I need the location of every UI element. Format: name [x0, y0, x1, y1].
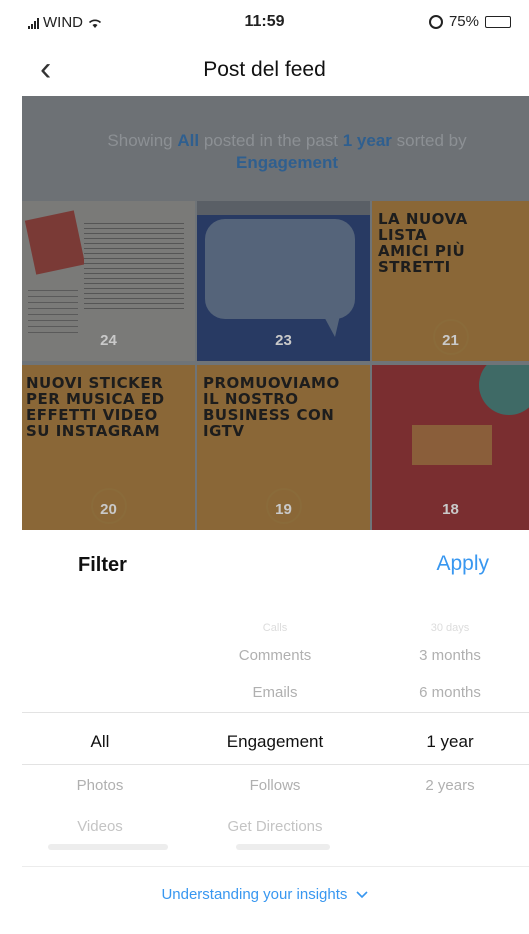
post-headline: PROMUOVIAMO IL NOSTRO BUSINESS CON IGTV: [203, 375, 340, 439]
status-bar: WIND 11:59 75%: [0, 0, 529, 42]
feed-header: Showing All posted in the past 1 year so…: [22, 96, 529, 201]
post-thumbnail-text: [84, 219, 184, 309]
headline-line: LISTA: [378, 226, 428, 244]
battery-percent: 75%: [448, 13, 479, 30]
post-tile[interactable]: PROMUOVIAMO IL NOSTRO BUSINESS CON IGTV …: [197, 365, 370, 530]
chevron-down-icon: [355, 891, 368, 899]
post-tile[interactable]: LA NUOVA LISTA AMICI PIÙ STRETTI 21: [372, 201, 529, 361]
picker-selection-line-bottom: [22, 764, 529, 765]
picker-option[interactable]: Emails: [190, 684, 360, 701]
insights-footer: Understanding your insights: [0, 866, 529, 926]
caption-type: All: [177, 131, 200, 150]
post-thumbnail-text-block: [412, 425, 492, 465]
headline-line: EFFETTI VIDEO: [26, 406, 158, 424]
feed-preview: Showing All posted in the past 1 year so…: [22, 96, 529, 530]
picker-option[interactable]: Comments: [190, 647, 360, 664]
picker-option[interactable]: Get Directions: [190, 818, 360, 835]
post-thumbnail-text: [28, 285, 78, 335]
headline-line: SU INSTAGRAM: [26, 422, 161, 440]
picker-option[interactable]: Follows: [190, 777, 360, 794]
insights-link[interactable]: Understanding your insights: [0, 886, 529, 903]
headline-line: PER MUSICA ED: [26, 390, 165, 408]
alarm-icon: [428, 14, 443, 29]
picker-option-selected[interactable]: 1 year: [395, 732, 505, 752]
insights-link-label: Understanding your insights: [161, 886, 348, 903]
engagement-count: 21: [442, 332, 459, 349]
headline-line: STRETTI: [378, 258, 451, 276]
engagement-count: 24: [100, 332, 117, 349]
headline-line: LA NUOVA: [378, 210, 468, 228]
post-thumbnail-header: [197, 201, 370, 215]
headline-line: AMICI PIÙ: [378, 242, 466, 260]
post-headline: LA NUOVA LISTA AMICI PIÙ STRETTI: [378, 211, 468, 275]
post-thumbnail-sticker: [24, 210, 86, 275]
status-right: 75%: [428, 13, 511, 30]
picker-option-selected[interactable]: All: [40, 732, 160, 752]
picker-option[interactable]: 2 years: [395, 777, 505, 794]
caption-suffix: sorted by: [391, 131, 467, 150]
engagement-count: 19: [275, 501, 292, 518]
post-tile[interactable]: 23: [197, 201, 370, 361]
filter-sheet: Filter Apply All Photos Calls Comments E…: [0, 530, 529, 934]
picker-option-selected[interactable]: Engagement: [190, 732, 360, 752]
picker-selection-line-top: [22, 712, 529, 713]
battery-icon: [485, 15, 511, 28]
picker-option[interactable]: Photos: [40, 777, 160, 794]
picker-option[interactable]: 3 months: [395, 647, 505, 664]
picker-faded-row: [48, 844, 168, 850]
engagement-count: 18: [442, 501, 459, 518]
picker-option[interactable]: Calls: [190, 622, 360, 634]
caption-metric: Engagement: [235, 153, 339, 172]
headline-line: PROMUOVIAMO: [203, 374, 340, 392]
post-headline: NUOVI STICKER PER MUSICA ED EFFETTI VIDE…: [26, 375, 165, 439]
picker-option[interactable]: 30 days: [395, 622, 505, 634]
caption-range: 1 year: [342, 131, 392, 150]
post-thumbnail-bubble: [205, 219, 355, 319]
post-grid: 24 23 LA NUOVA LISTA AMICI PIÙ STRETTI 2…: [22, 201, 529, 530]
picker-faded-row: [236, 844, 330, 850]
headline-line: IGTV: [203, 422, 245, 440]
caption-middle: posted in the past: [199, 131, 343, 150]
page-title: Post del feed: [203, 58, 326, 81]
engagement-count: 23: [275, 332, 292, 349]
headline-line: NUOVI STICKER: [26, 374, 164, 392]
caption-prefix: Showing: [107, 131, 178, 150]
nav-bar: ‹ Post del feed: [0, 46, 529, 96]
filter-title: Filter: [78, 554, 127, 576]
post-thumbnail-shape: [479, 365, 529, 415]
footer-divider: [22, 866, 529, 867]
post-tile[interactable]: NUOVI STICKER PER MUSICA ED EFFETTI VIDE…: [22, 365, 195, 530]
picker-option[interactable]: 6 months: [395, 684, 505, 701]
post-tile[interactable]: 24: [22, 201, 195, 361]
apply-button[interactable]: Apply: [436, 552, 489, 576]
headline-line: BUSINESS CON: [203, 406, 335, 424]
picker-option[interactable]: Videos: [40, 818, 160, 835]
headline-line: IL NOSTRO: [203, 390, 299, 408]
engagement-count: 20: [100, 501, 117, 518]
feed-caption: Showing All posted in the past 1 year so…: [52, 130, 522, 174]
post-tile[interactable]: 18: [372, 365, 529, 530]
filter-picker: All Photos Calls Comments Emails Engagem…: [0, 622, 529, 802]
